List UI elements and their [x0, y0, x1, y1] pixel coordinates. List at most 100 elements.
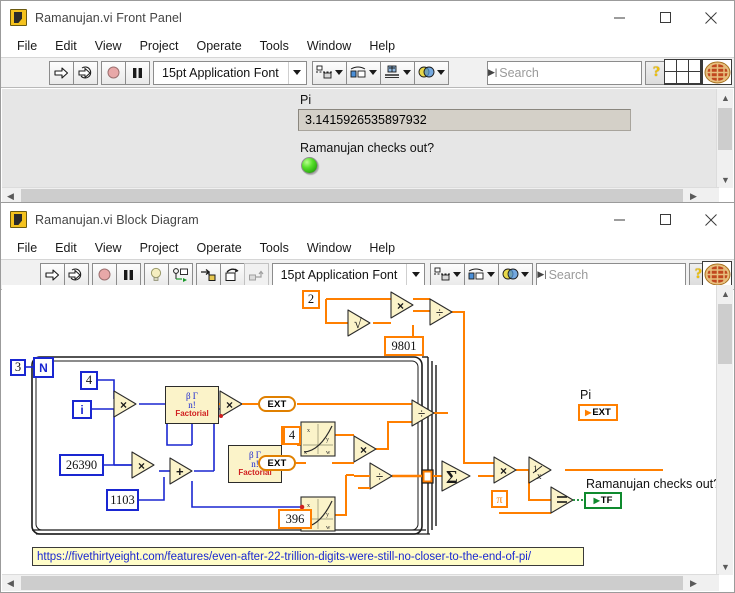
chevron-down-icon[interactable] — [407, 272, 424, 277]
menu-edit[interactable]: Edit — [46, 37, 86, 55]
run-continuously-icon[interactable] — [63, 262, 89, 287]
hscroll-thumb[interactable] — [21, 576, 683, 590]
pi-indicator-label: Pi — [580, 388, 592, 402]
boolean-led-indicator[interactable] — [301, 157, 318, 174]
block-diagram-title: Ramanujan.vi Block Diagram — [35, 212, 199, 227]
constant-26390[interactable]: 26390 — [59, 454, 104, 476]
block-diagram-vscrollbar[interactable]: ▲ ▼ — [716, 285, 733, 575]
pi-indicator-terminal[interactable]: ▶ EXT — [578, 404, 618, 421]
pie-vi-icon[interactable] — [702, 261, 732, 287]
step-over-icon[interactable] — [219, 262, 245, 287]
maximize-icon[interactable] — [642, 1, 688, 34]
loop-n-terminal[interactable]: N — [33, 357, 54, 378]
constant-1103[interactable]: 1103 — [106, 489, 139, 511]
connector-pane-icon[interactable] — [664, 59, 702, 85]
menu-window[interactable]: Window — [298, 239, 360, 257]
menu-tools[interactable]: Tools — [251, 37, 298, 55]
block-diagram-canvas[interactable]: √ × ÷ × × + × x y x w x y w × ÷ ÷ Σ × 1 … — [2, 285, 719, 575]
block-diagram-corner-icons — [702, 261, 732, 287]
to-extended-conversion-top[interactable]: EXT — [258, 396, 296, 412]
search-box[interactable]: ▶| — [487, 60, 663, 85]
constant-4-mid[interactable]: 4 — [283, 426, 301, 445]
constant-2[interactable]: 2 — [302, 290, 320, 309]
abort-execution-icon[interactable] — [101, 60, 126, 85]
scroll-up-icon[interactable]: ▲ — [717, 89, 734, 106]
menu-view[interactable]: View — [86, 37, 131, 55]
pi-numeric-indicator[interactable]: 3.1415926535897932 — [298, 109, 631, 131]
chevron-down-icon[interactable] — [289, 70, 306, 75]
menu-project[interactable]: Project — [131, 37, 188, 55]
search-input[interactable] — [546, 267, 712, 282]
scroll-down-icon[interactable]: ▼ — [717, 558, 734, 575]
run-continuously-icon[interactable] — [73, 60, 98, 85]
to-extended-conversion-bottom[interactable]: EXT — [258, 455, 296, 471]
scroll-left-icon[interactable]: ◀ — [2, 575, 19, 592]
menu-operate[interactable]: Operate — [187, 37, 250, 55]
pause-icon[interactable] — [125, 60, 150, 85]
minimize-icon[interactable] — [596, 203, 642, 236]
abort-execution-icon[interactable] — [91, 262, 117, 287]
font-label: 15pt Application Font — [280, 267, 398, 282]
menu-file[interactable]: File — [8, 239, 46, 257]
svg-text:√: √ — [354, 317, 362, 332]
scroll-down-icon[interactable]: ▼ — [717, 171, 734, 188]
constant-4-top[interactable]: 4 — [80, 371, 98, 390]
loop-i-terminal[interactable]: i — [72, 400, 92, 419]
search-box[interactable]: ▶| — [536, 262, 712, 287]
scroll-right-icon[interactable]: ▶ — [685, 575, 702, 592]
menu-file[interactable]: File — [8, 37, 46, 55]
menu-help[interactable]: Help — [360, 239, 404, 257]
scroll-up-icon[interactable]: ▲ — [717, 285, 734, 302]
front-panel-canvas[interactable]: Pi 3.1415926535897932 Ramanujan checks o… — [2, 89, 719, 188]
vscroll-thumb[interactable] — [718, 304, 732, 364]
search-pin-icon[interactable]: ▶| — [488, 67, 497, 78]
maximize-icon[interactable] — [642, 203, 688, 236]
step-out-icon[interactable] — [243, 262, 269, 287]
hscroll-thumb[interactable] — [21, 189, 683, 203]
retain-wire-values-icon[interactable] — [167, 262, 193, 287]
minimize-icon[interactable] — [596, 1, 642, 34]
svg-text:w: w — [326, 525, 331, 531]
pi-constant[interactable]: π — [491, 490, 508, 508]
search-input[interactable] — [497, 65, 663, 80]
svg-text:÷: ÷ — [376, 469, 383, 484]
block-diagram-hscrollbar[interactable]: ◀ ▶ — [2, 574, 719, 591]
distribute-objects-icon[interactable] — [345, 60, 381, 85]
font-label: 15pt Application Font — [162, 65, 279, 80]
menu-project[interactable]: Project — [131, 239, 188, 257]
align-objects-icon[interactable] — [430, 262, 466, 287]
pause-icon[interactable] — [115, 262, 141, 287]
reorder-icon[interactable] — [413, 60, 449, 85]
front-panel-vscrollbar[interactable]: ▲ ▼ — [716, 89, 733, 188]
constant-396[interactable]: 396 — [278, 509, 312, 529]
menu-edit[interactable]: Edit — [46, 239, 86, 257]
step-into-icon[interactable] — [195, 262, 221, 287]
reorder-icon[interactable] — [498, 262, 534, 287]
pie-vi-icon[interactable] — [702, 59, 732, 85]
font-selector[interactable]: 15pt Application Font — [153, 60, 307, 85]
font-selector[interactable]: 15pt Application Font — [271, 262, 426, 287]
constant-9801[interactable]: 9801 — [384, 336, 424, 356]
search-pin-icon[interactable]: ▶| — [537, 269, 546, 280]
close-icon[interactable] — [688, 1, 734, 34]
lightbulb-icon[interactable] — [143, 262, 169, 287]
resize-objects-icon[interactable] — [379, 60, 415, 85]
close-icon[interactable] — [688, 203, 734, 236]
align-objects-icon[interactable] — [311, 60, 347, 85]
distribute-objects-icon[interactable] — [464, 262, 500, 287]
front-panel-titlebar[interactable]: Ramanujan.vi Front Panel — [1, 1, 734, 34]
indicator-arrow-icon: ▶ — [585, 408, 592, 417]
block-diagram-titlebar[interactable]: Ramanujan.vi Block Diagram — [1, 203, 734, 236]
vscroll-thumb[interactable] — [718, 108, 732, 150]
menu-operate[interactable]: Operate — [187, 239, 250, 257]
loop-count-constant[interactable]: 3 — [10, 359, 26, 376]
run-arrow-icon[interactable] — [39, 262, 65, 287]
menu-window[interactable]: Window — [298, 37, 360, 55]
run-arrow-icon[interactable] — [49, 60, 74, 85]
menu-tools[interactable]: Tools — [251, 239, 298, 257]
menu-help[interactable]: Help — [360, 37, 404, 55]
menu-view[interactable]: View — [86, 239, 131, 257]
factorial-node-top[interactable]: β Γ n! Factorial — [165, 386, 219, 424]
url-comment-label[interactable]: https://fivethirtyeight.com/features/eve… — [32, 547, 584, 566]
bool-indicator-terminal[interactable]: ▶ TF — [584, 492, 622, 509]
